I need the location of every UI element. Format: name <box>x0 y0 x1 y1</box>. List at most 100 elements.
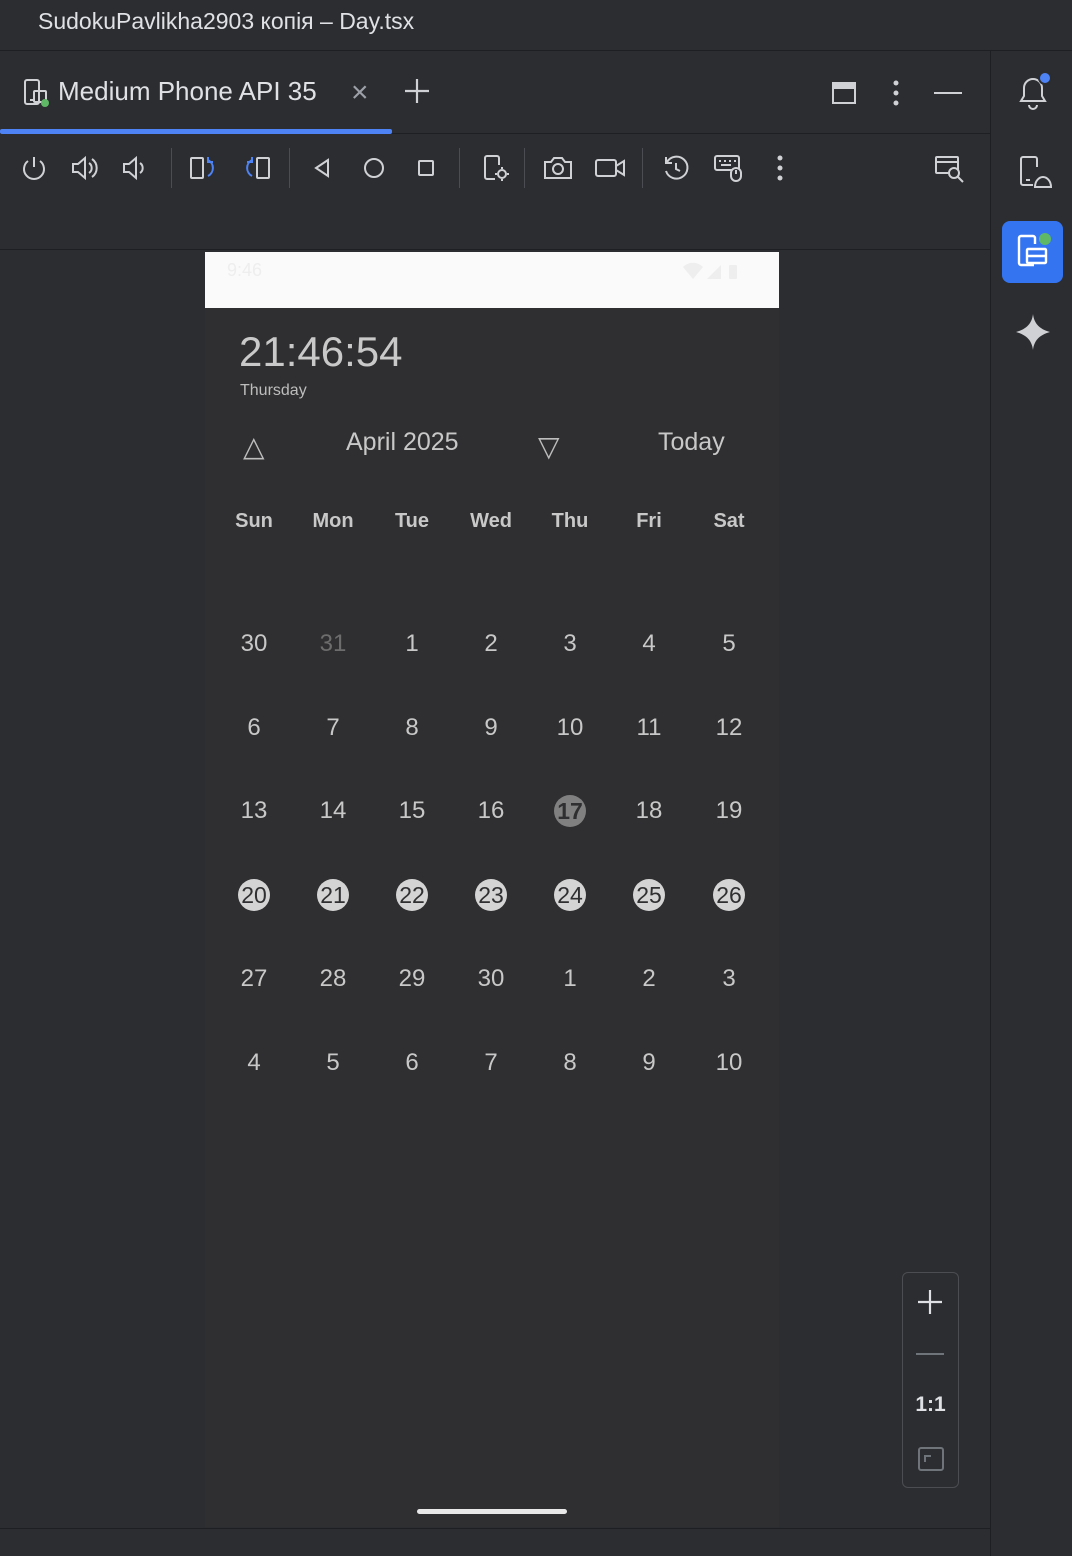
window-titlebar: SudokuPavlikha2903 копія – Day.tsx <box>0 0 1072 51</box>
calendar-day[interactable]: 19 <box>709 791 749 831</box>
zoom-out-icon[interactable] <box>916 1352 944 1356</box>
layout-inspector-icon[interactable] <box>934 154 966 184</box>
calendar-day[interactable]: 31 <box>313 624 353 664</box>
calendar-day[interactable]: 1 <box>550 959 590 999</box>
zoom-in-icon[interactable] <box>916 1288 944 1316</box>
calendar-day[interactable]: 12 <box>709 708 749 748</box>
calendar-day[interactable]: 1 <box>392 624 432 664</box>
calendar-day[interactable]: 2 <box>629 959 669 999</box>
device-manager-icon[interactable] <box>1015 153 1053 191</box>
calendar-day[interactable]: 29 <box>392 959 432 999</box>
calendar-day[interactable]: 26 <box>713 879 745 911</box>
calendar-day[interactable]: 6 <box>392 1043 432 1083</box>
weekday-header: Fri <box>636 510 662 532</box>
calendar-day[interactable]: 20 <box>238 879 270 911</box>
next-month-button[interactable]: ▽ <box>538 430 560 463</box>
device-tab-bar: Medium Phone API 35 × <box>0 51 990 134</box>
power-icon[interactable] <box>20 154 48 182</box>
toolbar-separator <box>642 148 643 188</box>
more-options-icon[interactable] <box>892 79 900 107</box>
right-tool-bar <box>990 51 1072 1556</box>
add-tab-icon[interactable] <box>403 77 431 105</box>
toolbar-separator <box>171 148 172 188</box>
toolbar-separator <box>524 148 525 188</box>
minimize-icon[interactable] <box>934 91 962 95</box>
running-devices-icon[interactable] <box>1002 221 1063 283</box>
more-actions-icon[interactable] <box>776 154 784 182</box>
calendar-day[interactable]: 14 <box>313 791 353 831</box>
gemini-sparkle-icon[interactable] <box>1016 314 1050 350</box>
gesture-home-bar[interactable] <box>417 1509 567 1514</box>
calendar-day[interactable]: 7 <box>313 708 353 748</box>
running-devices-panel: Medium Phone API 35 × 9:46 21:46:54 Thur… <box>0 51 990 1556</box>
home-icon[interactable] <box>362 156 386 180</box>
weekday-header: Wed <box>470 510 512 532</box>
keyboard-mouse-icon[interactable] <box>713 152 745 184</box>
window-layout-icon[interactable] <box>831 80 857 106</box>
calendar-day[interactable]: 4 <box>234 1043 274 1083</box>
tab-medium-phone[interactable]: Medium Phone API 35 × <box>0 51 392 134</box>
weekday-header: Sun <box>235 510 273 532</box>
calendar-day[interactable]: 24 <box>554 879 586 911</box>
tab-close-icon[interactable]: × <box>351 78 369 108</box>
calendar-day[interactable]: 3 <box>550 624 590 664</box>
digital-clock: 21:46:54 <box>239 328 403 375</box>
rotate-right-icon[interactable] <box>241 154 271 182</box>
android-status-bar: 9:46 <box>205 252 779 308</box>
weekday-header: Tue <box>394 510 430 532</box>
weekday-header: Thu <box>551 510 589 532</box>
device-settings-icon[interactable] <box>481 153 511 183</box>
weekday-label: Thursday <box>240 382 307 399</box>
calendar-day[interactable]: 7 <box>471 1043 511 1083</box>
calendar-day[interactable]: 9 <box>471 708 511 748</box>
calendar-day[interactable]: 15 <box>392 791 432 831</box>
calendar-day[interactable]: 17 <box>554 795 586 827</box>
volume-down-icon[interactable] <box>121 154 149 182</box>
volume-up-icon[interactable] <box>70 154 100 182</box>
calendar-day[interactable]: 16 <box>471 791 511 831</box>
wifi-signal-icon <box>683 262 749 280</box>
rotate-left-icon[interactable] <box>189 154 219 182</box>
weekday-header: Mon <box>312 510 354 532</box>
device-icon <box>22 78 50 108</box>
today-button[interactable]: Today <box>658 428 725 457</box>
tab-label: Medium Phone API 35 <box>58 76 317 106</box>
calendar-day[interactable]: 28 <box>313 959 353 999</box>
toolbar-divider <box>0 249 990 250</box>
calendar-day[interactable]: 30 <box>471 959 511 999</box>
emulator-toolbar <box>0 134 990 204</box>
calendar-day[interactable]: 2 <box>471 624 511 664</box>
calendar-day[interactable]: 3 <box>709 959 749 999</box>
zoom-actual-size-button[interactable]: 1:1 <box>903 1393 958 1417</box>
month-title: April 2025 <box>346 428 459 456</box>
screen-record-icon[interactable] <box>594 154 626 182</box>
back-icon[interactable] <box>311 156 333 180</box>
calendar-day[interactable]: 10 <box>709 1043 749 1083</box>
zoom-fit-icon[interactable] <box>917 1446 945 1472</box>
calendar-day[interactable]: 27 <box>234 959 274 999</box>
calendar-day[interactable]: 21 <box>317 879 349 911</box>
notifications-icon[interactable] <box>1015 71 1053 111</box>
screenshot-icon[interactable] <box>542 154 574 182</box>
calendar-day[interactable]: 23 <box>475 879 507 911</box>
calendar-day[interactable]: 10 <box>550 708 590 748</box>
calendar-day[interactable]: 11 <box>629 708 669 748</box>
calendar-day[interactable]: 6 <box>234 708 274 748</box>
calendar-day[interactable]: 5 <box>313 1043 353 1083</box>
calendar-day[interactable]: 9 <box>629 1043 669 1083</box>
calendar-day[interactable]: 30 <box>234 624 274 664</box>
calendar-day[interactable]: 25 <box>633 879 665 911</box>
window-title: SudokuPavlikha2903 копія – Day.tsx <box>38 8 415 34</box>
snapshot-icon[interactable] <box>662 154 690 182</box>
zoom-controls: 1:1 <box>902 1272 959 1488</box>
calendar-day[interactable]: 8 <box>392 708 432 748</box>
calendar-day[interactable]: 5 <box>709 624 749 664</box>
phone-screen[interactable]: 9:46 21:46:54 Thursday △ April 2025 ▽ To… <box>205 252 779 1527</box>
calendar-day[interactable]: 22 <box>396 879 428 911</box>
calendar-day[interactable]: 4 <box>629 624 669 664</box>
overview-icon[interactable] <box>414 156 438 180</box>
prev-month-button[interactable]: △ <box>243 430 265 463</box>
calendar-day[interactable]: 13 <box>234 791 274 831</box>
calendar-day[interactable]: 18 <box>629 791 669 831</box>
calendar-day[interactable]: 8 <box>550 1043 590 1083</box>
